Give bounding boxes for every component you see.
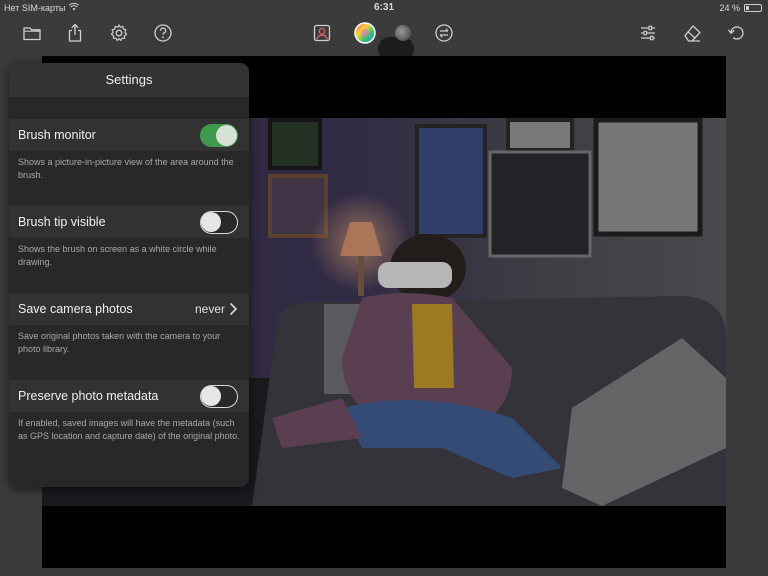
eraser-icon[interactable]	[681, 22, 703, 44]
preserve-metadata-description: If enabled, saved images will have the m…	[18, 418, 240, 441]
toggle-knob	[201, 212, 221, 232]
battery-percent: 24 %	[719, 3, 740, 13]
toolbar	[0, 16, 768, 61]
app-window: Нет SIM-карты 6:31 24 % Settings Brush m…	[0, 0, 768, 576]
save-camera-description: Save original photos taken with the came…	[18, 331, 221, 354]
undo-icon[interactable]	[725, 22, 747, 44]
brush-tip-toggle[interactable]	[200, 211, 238, 234]
clock: 6:31	[373, 2, 394, 13]
preserve-metadata-toggle[interactable]	[200, 385, 238, 408]
help-icon[interactable]	[152, 22, 174, 44]
brush-tip-label: Brush tip visible	[18, 215, 106, 229]
save-camera-row[interactable]: Save camera photos never	[9, 293, 249, 325]
color-wheel-icon[interactable]	[354, 22, 376, 44]
brush-monitor-toggle[interactable]	[200, 124, 238, 147]
brush-monitor-label: Brush monitor	[18, 128, 96, 142]
save-camera-value: never	[194, 302, 225, 316]
swap-icon[interactable]	[433, 22, 455, 44]
status-bar: Нет SIM-карты 6:31 24 %	[0, 0, 768, 16]
share-icon[interactable]	[64, 22, 86, 44]
brush-monitor-row[interactable]: Brush monitor	[9, 119, 249, 151]
brush-monitor-description: Shows a picture-in-picture view of the a…	[18, 157, 234, 180]
settings-popover: Settings Brush monitor Shows a picture-i…	[9, 63, 249, 487]
portrait-mask-icon[interactable]	[311, 22, 333, 44]
gear-icon[interactable]	[108, 22, 130, 44]
preserve-metadata-label: Preserve photo metadata	[18, 389, 159, 403]
preserve-metadata-row[interactable]: Preserve photo metadata	[9, 380, 249, 412]
toggle-knob	[201, 386, 221, 406]
brush-opacity-icon[interactable]	[392, 22, 414, 44]
brush-tip-description: Shows the brush on screen as a white cir…	[18, 244, 217, 267]
folder-icon[interactable]	[21, 22, 43, 44]
chevron-right-icon	[229, 302, 238, 316]
toggle-knob	[216, 125, 237, 146]
settings-title: Settings	[9, 63, 249, 97]
battery-fill	[746, 6, 749, 10]
sliders-icon[interactable]	[637, 22, 659, 44]
battery-icon	[744, 4, 762, 12]
brush-tip-row[interactable]: Brush tip visible	[9, 206, 249, 238]
settings-body: Brush monitor Shows a picture-in-picture…	[9, 97, 249, 487]
status-right: 24 %	[719, 3, 762, 13]
save-camera-label: Save camera photos	[18, 302, 133, 316]
